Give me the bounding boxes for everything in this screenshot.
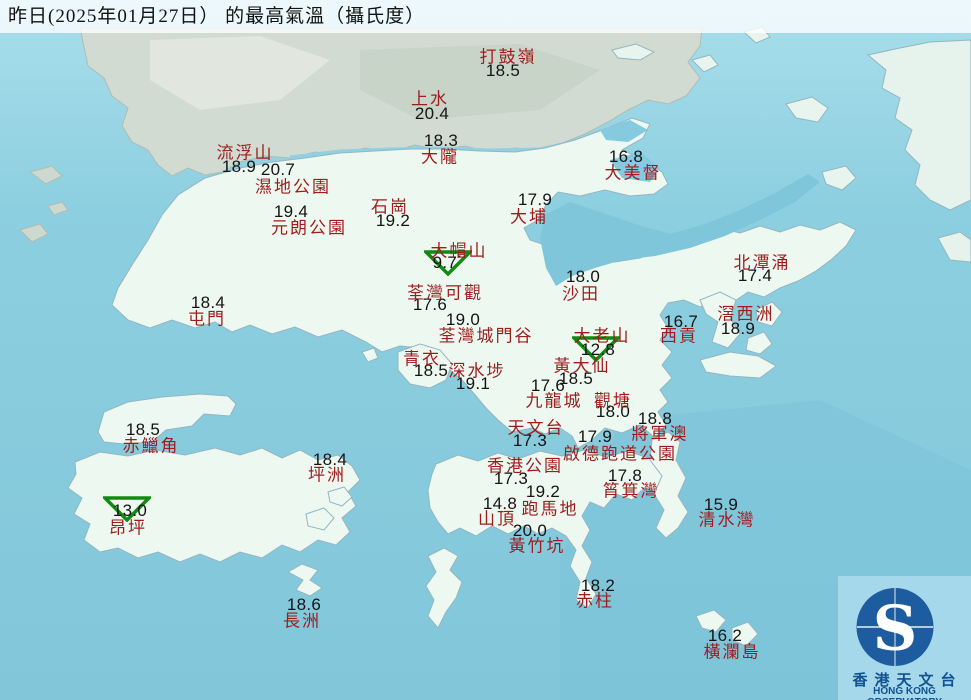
station-name-label: 筲箕灣 [602, 481, 660, 501]
station-name-label: 長洲 [283, 611, 321, 631]
station-name-label: 觀塘 [594, 391, 632, 411]
station-name-label: 昂坪 [109, 518, 147, 538]
station-name-label: 大埔 [510, 207, 548, 227]
station-name-label: 濕地公園 [255, 177, 331, 197]
title-bar: 昨日(2025年01月27日） 的最高氣溫（攝氏度） [0, 0, 971, 33]
station-name-label: 荃灣可觀 [407, 283, 483, 303]
station-name-label: 香港公園 [487, 456, 563, 476]
hko-max-temperature-map-page: 昨日(2025年01月27日） 的最高氣溫（攝氏度） 18.5 打鼓嶺 20.4 上水… [0, 0, 971, 700]
station-name-label: 橫瀾島 [703, 642, 761, 662]
station-name-label: 北潭涌 [733, 253, 791, 273]
station-name-label: 赤鱲角 [122, 436, 180, 456]
hko-logo-english-name: HONG KONG OBSERVATORY [867, 686, 942, 700]
station-name-label: 大美督 [604, 163, 662, 183]
station-name-label: 清水灣 [698, 510, 756, 530]
station-name-label: 荃灣城門谷 [438, 326, 534, 346]
station-name-label: 赤柱 [576, 591, 614, 611]
station-name-label: 屯門 [188, 309, 226, 329]
station-name-label: 大隴 [421, 147, 459, 167]
hko-logo: S 香港天文台 HONG KONG OBSERVATORY [838, 576, 971, 700]
station-name-label: 黃竹坑 [508, 536, 566, 556]
station-name-label: 九龍城 [525, 391, 583, 411]
station-name-label: 天文台 [507, 418, 565, 438]
station-name-label: 西貢 [660, 326, 698, 346]
station-name-label: 元朗公園 [271, 218, 347, 238]
station-name-label: 大老山 [573, 326, 631, 346]
stations-layer: 18.5 打鼓嶺 20.4 上水 18.3 大隴 16.8 大美督 18.9 流浮山 20.7 濕地公… [0, 0, 971, 700]
station-name-label: 打鼓嶺 [479, 47, 537, 67]
page-title: 昨日(2025年01月27日） 的最高氣溫（攝氏度） [8, 6, 426, 27]
station-name-label: 青衣 [403, 349, 441, 369]
hko-logo-icon: S [856, 588, 934, 666]
station-name-label: 石崗 [371, 197, 409, 217]
station-name-label: 大帽山 [430, 241, 488, 261]
station-name-label: 上水 [411, 89, 449, 109]
svg-text:S: S [873, 592, 918, 665]
station-name-label: 沙田 [562, 284, 600, 304]
station-name-label: 滘西洲 [717, 304, 775, 324]
station-name-label: 啟德跑道公園 [563, 444, 677, 464]
station-name-label: 深水埗 [448, 361, 506, 381]
station-name-label: 山頂 [478, 509, 516, 529]
station-name-label: 坪洲 [308, 465, 346, 485]
station-name-label: 跑馬地 [521, 499, 579, 519]
station-name-label: 黃大仙 [553, 356, 611, 376]
